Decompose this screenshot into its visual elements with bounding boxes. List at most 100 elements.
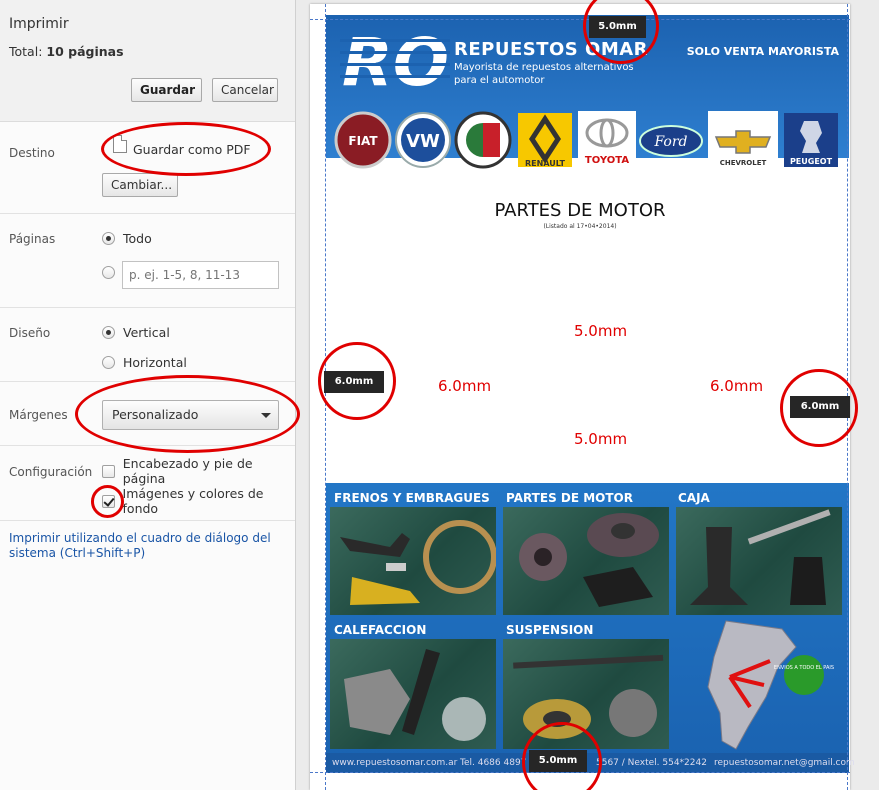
footer-website: www.repuestosomar.com.ar xyxy=(332,758,458,768)
ro-logo-text: RO xyxy=(342,25,449,93)
engine-parts-image xyxy=(519,513,659,607)
page-total: Total: 10 páginas xyxy=(9,44,124,59)
margin-left-value: 6.0mm xyxy=(438,377,492,395)
shipping-badge-text: ENVIOS A TODO EL PAIS xyxy=(774,665,834,671)
category-photo xyxy=(330,639,496,749)
category-title: CALEFACCION xyxy=(334,623,427,637)
layout-portrait-option[interactable]: Vertical xyxy=(102,323,170,341)
chevrolet-logo-label: CHEVROLET xyxy=(720,159,767,167)
right-margin-badge: 6.0mm xyxy=(790,396,850,418)
fiat-logo-icon: FIAT xyxy=(334,111,392,169)
peugeot-logo-icon: PEUGEOT xyxy=(784,113,838,167)
print-preview: RO REPUESTOS OMAR Mayorista de repuestos… xyxy=(296,0,879,790)
bottom-margin-guide[interactable] xyxy=(310,772,850,773)
total-value: 10 páginas xyxy=(46,44,124,59)
category-photo xyxy=(330,507,496,615)
alfa-romeo-logo-icon: ALFA ROMEO xyxy=(454,111,512,169)
destination-label: Destino xyxy=(9,146,55,160)
car-brands-strip: FIAT VW ALFA ROMEO RENAULT TOYOTA Ford C… xyxy=(334,111,844,171)
bottom-margin-badge: 5.0mm xyxy=(529,750,587,772)
ro-logo-icon: RO xyxy=(340,25,450,93)
background-graphics-label: Imágenes y colores de fondo xyxy=(122,486,264,516)
wholesale-only-text: SOLO VENTA MAYORISTA xyxy=(686,45,839,58)
options-label: Configuración xyxy=(9,465,93,479)
landscape-radio[interactable] xyxy=(102,355,115,369)
margin-bottom-value: 5.0mm xyxy=(574,430,628,448)
pdf-document-icon xyxy=(113,135,127,153)
headers-footers-option[interactable]: Encabezado y pie de página xyxy=(102,456,295,486)
left-margin-badge: 6.0mm xyxy=(324,371,384,393)
top-margin-badge: 5.0mm xyxy=(589,16,646,38)
page-banner: RO REPUESTOS OMAR Mayorista de repuestos… xyxy=(326,15,849,169)
volkswagen-logo-icon: VW xyxy=(395,112,451,168)
layout-section: Diseño Vertical Horizontal xyxy=(0,308,295,382)
margin-right-value: 6.0mm xyxy=(710,377,764,395)
footer-phone: Tel. 4686 4897 xyxy=(460,758,527,768)
left-margin-guide[interactable] xyxy=(325,4,326,790)
category-title: CAJA xyxy=(678,491,710,505)
category-title: SUSPENSION xyxy=(506,623,594,637)
background-graphics-checkbox[interactable] xyxy=(102,494,115,508)
destination-section: Destino Guardar como PDF Cambiar... xyxy=(0,122,295,214)
print-header: Imprimir Total: 10 páginas Guardar Cance… xyxy=(0,0,295,122)
footer-email: repuestosomar.net@gmail.com xyxy=(714,758,855,768)
system-dialog-link[interactable]: Imprimir utilizando el cuadro de diálogo… xyxy=(9,531,294,561)
gearbox-parts-image xyxy=(690,509,831,605)
pages-all-option[interactable]: Todo xyxy=(102,229,152,247)
clutch-parts-image xyxy=(340,520,496,605)
margins-select-value: Personalizado xyxy=(112,407,199,422)
document-subtitle: (Listado al 17•04•2014) xyxy=(543,223,617,230)
pages-section: Páginas Todo xyxy=(0,214,295,308)
pages-all-label: Todo xyxy=(123,230,152,246)
toyota-logo-icon: TOYOTA xyxy=(578,111,636,169)
ford-logo-label: Ford xyxy=(653,134,687,150)
renault-logo-icon: RENAULT xyxy=(518,113,572,168)
headers-footers-label: Encabezado y pie de página xyxy=(122,456,253,486)
page-footer: www.repuestosomar.com.ar Tel. 4686 4897 … xyxy=(326,753,855,773)
pages-all-radio[interactable] xyxy=(102,231,115,245)
options-section: Configuración Encabezado y pie de página… xyxy=(0,446,295,521)
layout-landscape-option[interactable]: Horizontal xyxy=(102,353,187,371)
vw-logo-label: VW xyxy=(406,131,440,152)
total-label: Total: xyxy=(9,44,43,59)
brand-name: REPUESTOS OMAR xyxy=(454,39,649,60)
background-graphics-option[interactable]: Imágenes y colores de fondo xyxy=(102,486,295,516)
margins-select[interactable]: Personalizado xyxy=(102,400,279,430)
fiat-logo-label: FIAT xyxy=(348,134,378,148)
peugeot-logo-label: PEUGEOT xyxy=(790,157,833,166)
dropdown-arrow-icon xyxy=(261,413,271,418)
portrait-radio[interactable] xyxy=(102,325,115,339)
pages-label: Páginas xyxy=(9,232,56,246)
chevrolet-logo-icon: CHEVROLET xyxy=(708,111,778,169)
renault-logo-label: RENAULT xyxy=(525,159,566,168)
portrait-label: Vertical xyxy=(123,324,170,340)
landscape-label: Horizontal xyxy=(123,354,187,370)
preview-page: RO REPUESTOS OMAR Mayorista de repuestos… xyxy=(310,4,855,790)
headers-footers-checkbox[interactable] xyxy=(102,464,115,478)
ford-logo-icon: Ford xyxy=(639,125,703,157)
margin-top-value: 5.0mm xyxy=(574,322,628,340)
heating-parts-image xyxy=(344,649,486,741)
pages-range-option[interactable] xyxy=(102,263,123,281)
layout-label: Diseño xyxy=(9,326,51,340)
pages-range-radio[interactable] xyxy=(102,265,115,279)
cancel-button[interactable]: Cancelar xyxy=(212,78,278,102)
save-button[interactable]: Guardar xyxy=(131,78,202,102)
change-destination-button[interactable]: Cambiar... xyxy=(102,173,178,197)
document-title: PARTES DE MOTOR xyxy=(494,200,666,221)
category-photo xyxy=(503,639,669,749)
category-title: FRENOS Y EMBRAGUES xyxy=(334,491,490,505)
print-title: Imprimir xyxy=(9,16,69,32)
brand-tagline: Mayorista de repuestos alternativos para… xyxy=(454,62,634,86)
toyota-logo-label: TOYOTA xyxy=(585,155,629,166)
margins-section: Márgenes Personalizado xyxy=(0,382,295,446)
alfa-romeo-logo-label: ALFA ROMEO xyxy=(473,116,493,120)
catalog-grid: FRENOS Y EMBRAGUES PARTES DE MOTOR CAJA … xyxy=(326,483,855,773)
footer-nextel: 5567 / Nextel. 554*2242 xyxy=(596,758,707,768)
category-photo xyxy=(503,507,669,615)
print-settings-panel: Imprimir Total: 10 páginas Guardar Cance… xyxy=(0,0,296,790)
top-margin-guide[interactable] xyxy=(310,19,850,20)
destination-value: Guardar como PDF xyxy=(133,142,251,157)
pages-range-input[interactable] xyxy=(122,261,279,289)
suspension-parts-image xyxy=(513,654,664,739)
